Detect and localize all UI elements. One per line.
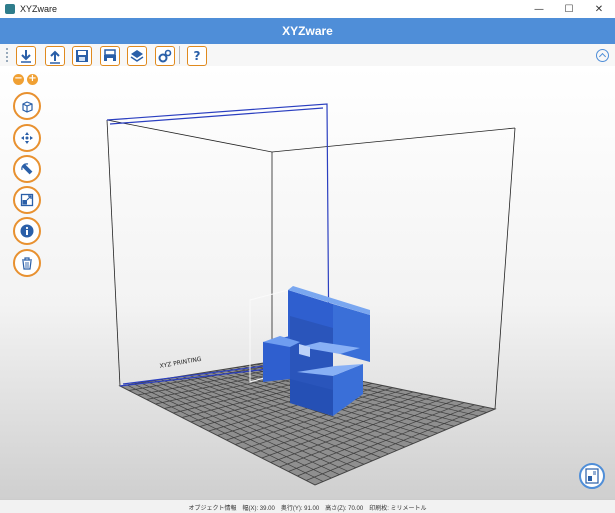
- printer-icon: [104, 49, 116, 62]
- question-icon: ?: [193, 49, 201, 63]
- status-object-info: オブジェクト情報: [188, 505, 237, 512]
- status-unit: 印刷枚: ミリメートル: [369, 505, 427, 512]
- status-x: 幅(X): 39.00: [242, 505, 275, 512]
- gear-icon: [158, 49, 172, 63]
- app-window: XYZware — ☐ ✕ XYZware ? − + XYZ PRINTING…: [0, 0, 615, 513]
- toolbar: ?: [0, 44, 615, 67]
- status-y: 奥行(Y): 91.00: [280, 505, 320, 512]
- 3d-viewport[interactable]: − + XYZ PRINTING: [0, 66, 615, 499]
- floppy-icon: [76, 50, 88, 62]
- scene-canvas: XYZ PRINTING: [106, 103, 516, 486]
- layers-icon: [130, 50, 144, 62]
- bed-label: XYZ PRINTING: [159, 356, 202, 370]
- arrow-up-icon: [50, 50, 60, 64]
- close-icon[interactable]: ✕: [584, 0, 614, 18]
- save-button[interactable]: [72, 46, 92, 66]
- toolbar-grip[interactable]: [6, 48, 10, 62]
- toolbar-separator: [179, 46, 180, 64]
- app-header-title: XYZware: [0, 18, 615, 44]
- view-reset-button[interactable]: [579, 463, 605, 489]
- status-z: 高さ(Z): 70.00: [325, 505, 364, 512]
- layers-button[interactable]: [127, 46, 147, 66]
- minimize-icon[interactable]: —: [524, 0, 554, 18]
- os-title-bar: XYZware — ☐ ✕: [0, 0, 615, 18]
- collapse-toolbar-icon[interactable]: [596, 49, 609, 62]
- help-button[interactable]: ?: [187, 46, 207, 66]
- status-bar: オブジェクト情報 幅(X): 39.00 奥行(Y): 91.00 高さ(Z):…: [0, 499, 615, 513]
- arrow-down-icon: [21, 50, 31, 63]
- export-button[interactable]: [45, 46, 65, 66]
- print-button[interactable]: [100, 46, 120, 66]
- maximize-icon[interactable]: ☐: [554, 0, 584, 18]
- window-title: XYZware: [20, 4, 58, 14]
- view-layout-icon: [585, 468, 599, 484]
- app-icon: [5, 4, 15, 14]
- import-button[interactable]: [16, 46, 36, 66]
- settings-button[interactable]: [155, 46, 175, 66]
